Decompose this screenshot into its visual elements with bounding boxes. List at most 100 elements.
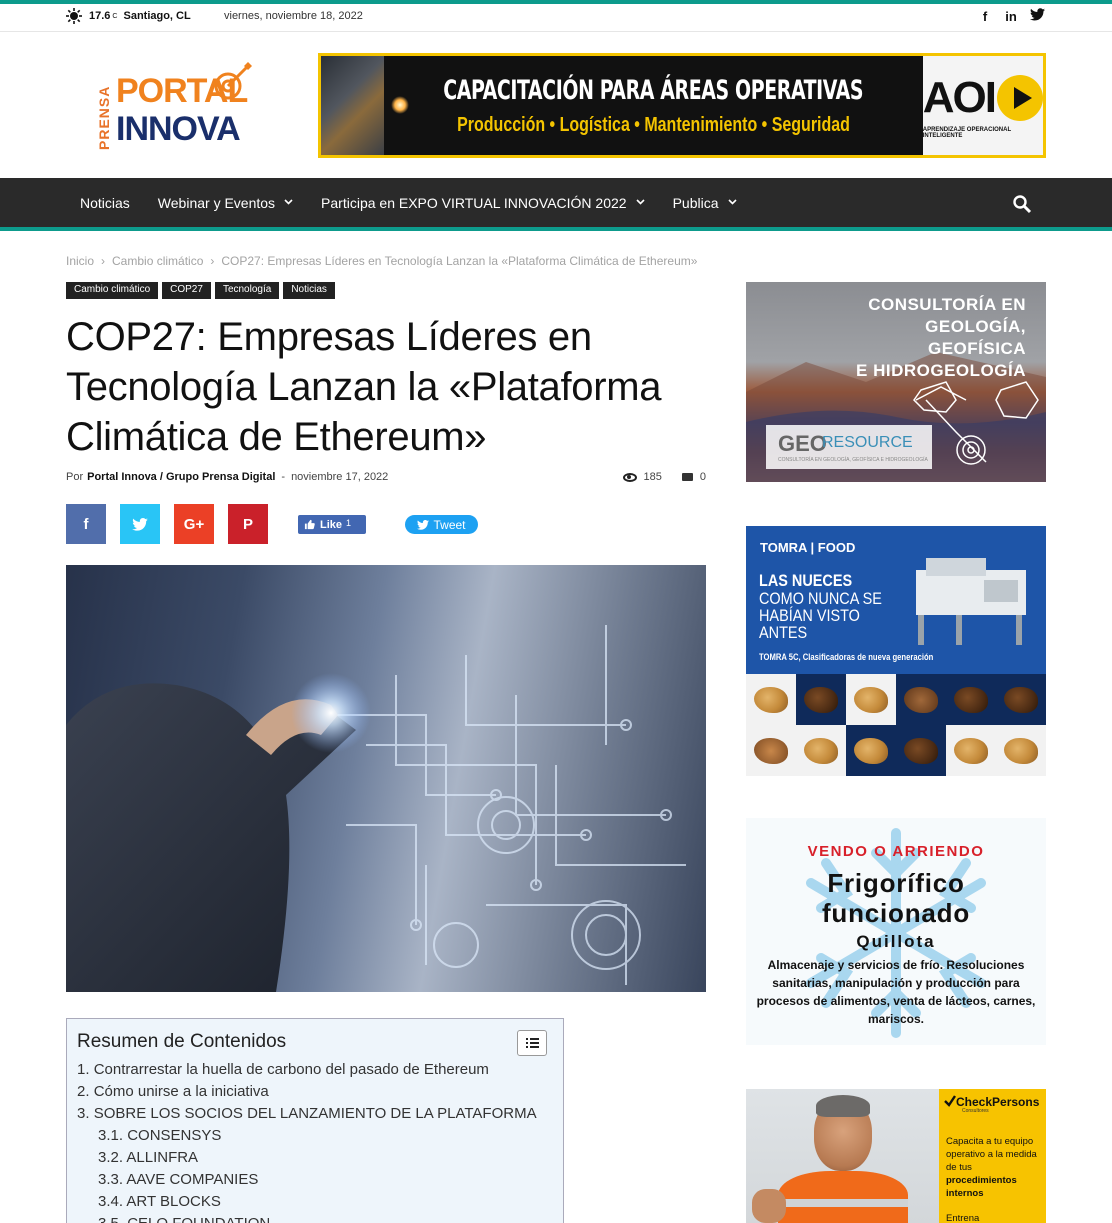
twitter-icon[interactable] [1030, 8, 1045, 24]
breadcrumb-separator: › [210, 254, 215, 268]
nav-item-webinar[interactable]: Webinar y Eventos [144, 178, 307, 227]
article-hero-image [66, 565, 706, 992]
facebook-icon: f [83, 515, 89, 533]
toc-subitem[interactable]: 3.4. ART BLOCKS [77, 1191, 553, 1213]
toc-subitem[interactable]: 3.2. ALLINFRA [77, 1147, 553, 1169]
tweet-button[interactable]: Tweet [405, 515, 478, 534]
top-bar: 17.6 C Santiago, CL viernes, noviembre 1… [0, 0, 1112, 32]
sidebar-ad-tomra[interactable]: TOMRA | FOOD LAS NUECES COMO NUNCA SE HA… [746, 526, 1046, 776]
eye-icon [622, 472, 637, 482]
sidebar-ad-checkpersons[interactable]: CheckPersons Consultores Capacita a tu e… [746, 1089, 1046, 1223]
sun-icon [66, 8, 82, 24]
article-author[interactable]: Portal Innova / Grupo Prensa Digital [87, 471, 275, 483]
banner-photo [321, 56, 410, 155]
share-twitter-button[interactable] [120, 504, 160, 544]
toc-toggle-button[interactable] [517, 1030, 547, 1056]
sidebar-ad-georesource[interactable]: CONSULTORÍA EN GEOLOGÍA, GEOFÍSICA E HID… [746, 282, 1046, 482]
toc-list: 1. Contrarrestar la huella de carbono de… [77, 1059, 553, 1223]
nav-item-label: Participa en EXPO VIRTUAL INNOVACIÓN 202… [321, 194, 627, 211]
pinterest-icon: P [242, 515, 253, 533]
chevron-down-icon [636, 197, 645, 208]
facebook-like-button[interactable]: Like 1 [298, 515, 366, 534]
thumbs-up-icon [304, 519, 315, 530]
like-label: Like [320, 518, 343, 531]
comments-count[interactable]: 0 [681, 471, 706, 483]
sidebar-ad-frigorifico[interactable]: VENDO O ARRIENDO Frigorífico funcionado … [746, 818, 1046, 1045]
checkpersons-logo: CheckPersons [944, 1095, 1039, 1109]
tag-cop27[interactable]: COP27 [162, 282, 211, 299]
sorting-machine-image [916, 558, 1026, 645]
site-logo[interactable]: PRENSA PORTAL INNOVA [96, 60, 266, 155]
chevron-down-icon [727, 197, 737, 208]
ad-frigorifico-kicker: VENDO O ARRIENDO [807, 843, 985, 860]
weather-widget: 17.6 C Santiago, CL [66, 8, 191, 24]
comment-icon [681, 473, 693, 481]
toc-item[interactable]: 2. Cómo unirse a la iniciativa [77, 1081, 553, 1103]
banner-subline: Producción • Logística • Mantenimiento •… [457, 113, 850, 136]
twitter-icon [132, 517, 148, 531]
worker-photo [746, 1089, 939, 1223]
main-navigation: Noticias Webinar y Eventos Participa en … [0, 178, 1112, 231]
ad-tomra-line1: LAS NUECES [759, 571, 853, 590]
breadcrumb-category[interactable]: Cambio climático [112, 254, 203, 268]
nav-item-label: Publica [672, 194, 719, 211]
ad-tomra-line4: ANTES [759, 623, 808, 642]
ad-tomra-line3: HABÍAN VISTO [759, 606, 860, 625]
header-banner-ad[interactable]: CAPACITACIÓN PARA ÁREAS OPERATIVAS Produ… [318, 53, 1046, 158]
article-meta: Por Portal Innova / Grupo Prensa Digital -… [66, 471, 706, 483]
weather-city: Santiago, CL [123, 10, 191, 22]
toc-item[interactable]: 1. Contrarrestar la huella de carbono de… [77, 1059, 553, 1081]
ad-georesource-headline: CONSULTORÍA EN GEOLOGÍA, GEOFÍSICA E HID… [856, 295, 1026, 380]
logo-prensa: PRENSA [96, 85, 112, 150]
ad-frigorifico-location: Quillota [856, 932, 936, 951]
breadcrumb-home[interactable]: Inicio [66, 254, 94, 268]
linkedin-icon[interactable]: in [1004, 9, 1018, 24]
search-icon[interactable] [1012, 194, 1032, 214]
ad-checkpersons-more: Entrena [946, 1213, 980, 1223]
ad-tomra-line2: COMO NUNCA SE [759, 589, 882, 608]
toc-item[interactable]: 3. SOBRE LOS SOCIOS DEL LANZAMIENTO DE L… [77, 1103, 553, 1125]
banner-headline: CAPACITACIÓN PARA ÁREAS OPERATIVAS [443, 74, 864, 106]
nav-item-publica[interactable]: Publica [659, 178, 751, 227]
category-tags: Cambio climático COP27 Tecnología Notici… [66, 282, 335, 299]
ad-checkpersons-copy: Capacita a tu equipo operativo a la medi… [946, 1136, 1037, 1199]
googleplus-icon: G+ [183, 515, 205, 533]
nav-item-expo[interactable]: Participa en EXPO VIRTUAL INNOVACIÓN 202… [307, 178, 659, 227]
breadcrumb-separator: › [101, 254, 106, 268]
toc-subitem[interactable]: 3.1. CONSENSYS [77, 1125, 553, 1147]
aoi-subtitle: APRENDIZAJE OPERACIONAL INTELIGENTE [922, 126, 1011, 139]
article-date: noviembre 17, 2022 [291, 471, 389, 483]
breadcrumb: Inicio › Cambio climático › COP27: Empresas … [66, 254, 697, 268]
share-googleplus-button[interactable]: G+ [174, 504, 214, 544]
facebook-icon[interactable]: f [978, 9, 992, 24]
by-label: Por [66, 471, 84, 483]
article-title: COP27: Empresas Líderes en Tecnología La… [66, 315, 662, 459]
ad-tomra-tagline: TOMRA 5C, Clasificadoras de nueva genera… [759, 652, 934, 662]
aoi-letters: AOI [922, 72, 997, 122]
ad-frigorifico-title: Frigorífico funcionado [821, 868, 971, 928]
target-icon [214, 62, 252, 100]
ad-frigorifico-body: Almacenaje y servicios de frío. Resoluci… [756, 958, 1036, 1026]
nav-item-noticias[interactable]: Noticias [66, 178, 144, 227]
like-count: 1 [346, 517, 352, 528]
temperature: 17.6 [89, 10, 111, 22]
chevron-down-icon [284, 197, 293, 208]
temperature-unit[interactable]: C [112, 13, 117, 20]
share-facebook-button[interactable]: f [66, 504, 106, 544]
checkpersons-sub: Consultores [962, 1108, 989, 1114]
toc-title: Resumen de Contenidos [77, 1031, 287, 1052]
table-of-contents: Resumen de Contenidos 1. Contrarrestar l… [66, 1018, 564, 1223]
tomra-logo: TOMRA | FOOD [760, 540, 856, 555]
tag-cambio-climatico[interactable]: Cambio climático [66, 282, 159, 299]
tweet-label: Tweet [433, 517, 466, 532]
share-pinterest-button[interactable]: P [228, 504, 268, 544]
walnut-grid [746, 674, 1046, 776]
logo-innova: INNOVA [116, 110, 241, 148]
current-date: viernes, noviembre 18, 2022 [224, 10, 363, 22]
nav-item-label: Webinar y Eventos [157, 194, 276, 211]
toc-subitem[interactable]: 3.3. AAVE COMPANIES [77, 1169, 553, 1191]
toc-subitem[interactable]: 3.5. CELO FOUNDATION [77, 1213, 553, 1223]
tag-tecnologia[interactable]: Tecnología [214, 282, 280, 299]
tag-noticias[interactable]: Noticias [283, 282, 335, 299]
georesource-logo: GEO RESOURCE CONSULTORÍA EN GEOLOGÍA, GE… [766, 425, 932, 469]
